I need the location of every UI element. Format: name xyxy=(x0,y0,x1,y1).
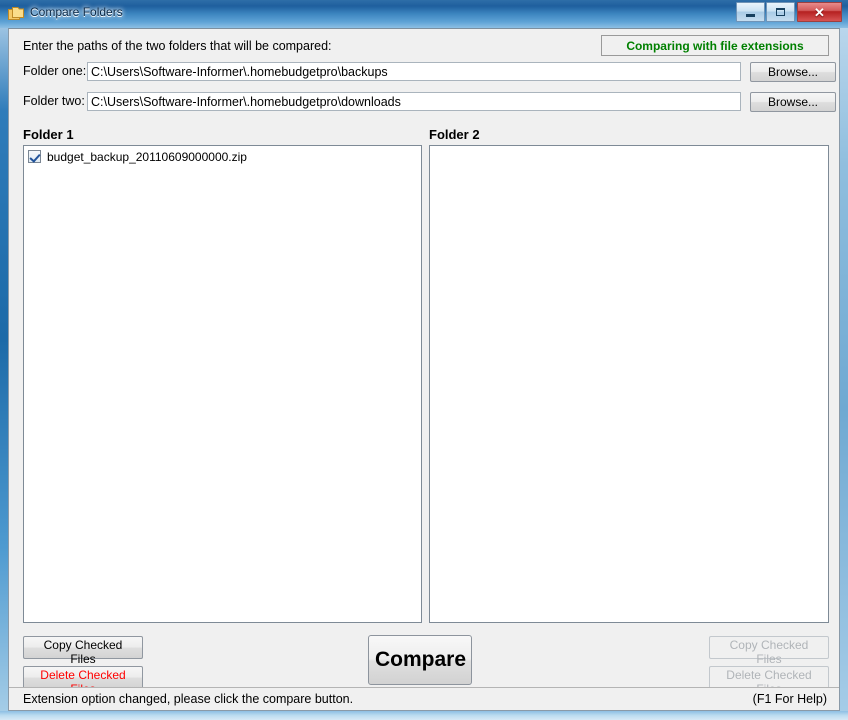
extension-status-badge: Comparing with file extensions xyxy=(601,35,829,56)
list-item[interactable]: budget_backup_20110609000000.zip xyxy=(24,148,421,165)
status-bar: Extension option changed, please click t… xyxy=(9,687,839,710)
list-item-checkbox[interactable] xyxy=(28,150,41,163)
window-border-bottom xyxy=(0,711,848,720)
window-border-left xyxy=(0,28,8,720)
folder-one-input[interactable] xyxy=(87,62,741,81)
folder-1-panel-title: Folder 1 xyxy=(23,127,74,142)
folder-two-input[interactable] xyxy=(87,92,741,111)
right-copy-checked-files-button[interactable]: Copy Checked Files xyxy=(709,636,829,666)
window-border-right xyxy=(840,28,848,720)
folder-2-panel-title: Folder 2 xyxy=(429,127,480,142)
minimize-button[interactable] xyxy=(736,2,765,22)
right-delete-checked-files-button[interactable]: Delete Checked Files xyxy=(709,666,829,696)
folder-1-listbox[interactable]: budget_backup_20110609000000.zip xyxy=(23,145,422,623)
maximize-icon xyxy=(776,8,785,16)
folder-icon xyxy=(8,7,24,20)
compare-folders-window: Compare Folders ✕ Enter the paths of the… xyxy=(0,0,848,720)
status-message: Extension option changed, please click t… xyxy=(23,692,354,706)
window-controls: ✕ xyxy=(735,2,842,23)
window-title: Compare Folders xyxy=(30,5,123,19)
maximize-button[interactable] xyxy=(766,2,795,22)
close-icon: ✕ xyxy=(814,4,825,20)
left-copy-checked-files-button[interactable]: Copy Checked Files xyxy=(23,636,143,666)
folder-one-label: Folder one: xyxy=(23,64,87,78)
folder-one-browse-button[interactable]: Browse... xyxy=(750,62,836,82)
left-delete-checked-files-button[interactable]: Delete Checked Files xyxy=(23,666,143,696)
folder-two-label: Folder two: xyxy=(23,94,85,108)
folder-2-listbox[interactable] xyxy=(429,145,829,623)
close-button[interactable]: ✕ xyxy=(797,2,842,22)
client-area: Enter the paths of the two folders that … xyxy=(8,28,840,711)
folder-two-browse-button[interactable]: Browse... xyxy=(750,92,836,112)
minimize-icon xyxy=(746,13,755,17)
title-bar[interactable]: Compare Folders ✕ xyxy=(0,0,848,28)
instruction-text: Enter the paths of the two folders that … xyxy=(23,39,332,53)
compare-button[interactable]: Compare xyxy=(368,635,472,685)
help-hint: (F1 For Help) xyxy=(752,692,827,706)
list-item-label: budget_backup_20110609000000.zip xyxy=(47,149,247,164)
